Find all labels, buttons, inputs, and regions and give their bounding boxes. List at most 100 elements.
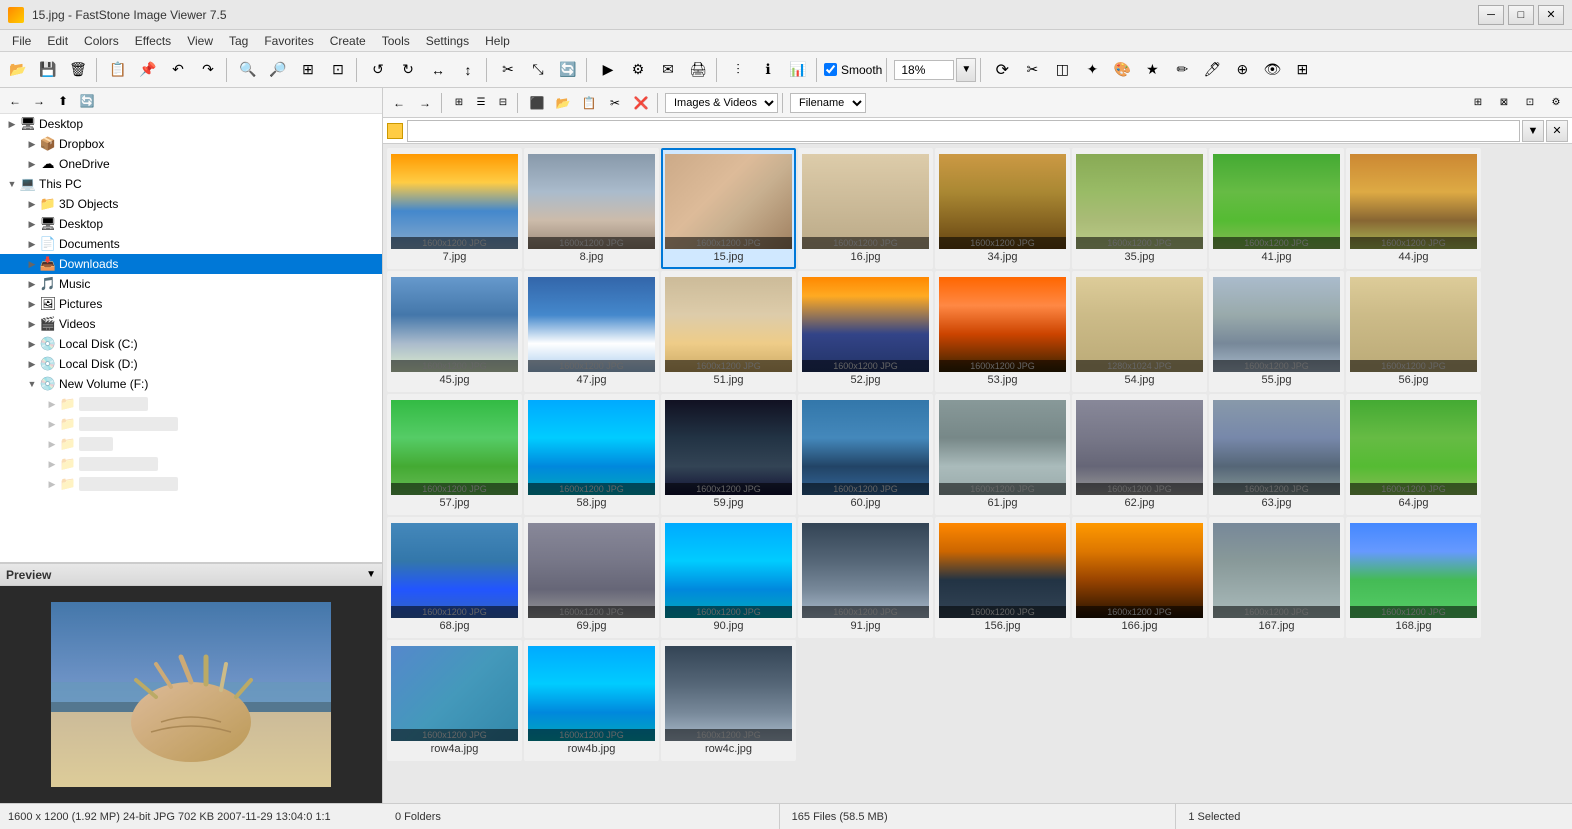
thumb-item[interactable]: 1600x1200 JPG55.jpg — [1209, 271, 1344, 392]
expander-documents[interactable]: ▶ — [24, 236, 40, 252]
tree-item-onedrive[interactable]: ▶ ☁ OneDrive — [0, 154, 382, 174]
thumb-item[interactable]: 1280x1024 JPG54.jpg — [1072, 271, 1207, 392]
tb-redeye[interactable]: 👁 — [1258, 56, 1286, 84]
tb-slideshow[interactable]: ▶ — [594, 56, 622, 84]
select-all[interactable]: ⬛ — [525, 91, 549, 115]
expander-3dobjects[interactable]: ▶ — [24, 196, 40, 212]
view-details[interactable]: ⊟ — [493, 91, 513, 115]
thumb-item[interactable]: 1600x1200 JPG41.jpg — [1209, 148, 1344, 269]
tb-resize2[interactable]: ◫ — [1048, 56, 1076, 84]
thumb-item[interactable]: 1600x1200 JPGrow4b.jpg — [524, 640, 659, 761]
tree-up[interactable]: ⬆ — [52, 90, 74, 112]
tree-item-localdiskd[interactable]: ▶ 💿 Local Disk (D:) — [0, 354, 382, 374]
view-custom[interactable]: ⊡ — [1518, 91, 1542, 115]
tb-email[interactable]: ✉ — [654, 56, 682, 84]
nav-back[interactable]: ← — [387, 91, 411, 115]
move-file[interactable]: ✂ — [603, 91, 627, 115]
expander-newvolume[interactable]: ▼ — [24, 376, 40, 392]
menu-view[interactable]: View — [179, 32, 221, 50]
tb-copy[interactable]: 📋 — [104, 56, 132, 84]
tb-open[interactable]: 📂 — [4, 56, 32, 84]
tb-redo[interactable]: ↷ — [194, 56, 222, 84]
menu-create[interactable]: Create — [322, 32, 374, 50]
tb-zoom-out[interactable]: 🔎 — [264, 56, 292, 84]
thumb-item[interactable]: 1600x1200 JPG68.jpg — [387, 517, 522, 638]
tb-actual[interactable]: ⊡ — [324, 56, 352, 84]
thumb-item[interactable]: 1600x1200 JPG16.jpg — [798, 148, 933, 269]
tree-item-newvolume[interactable]: ▼ 💿 New Volume (F:) — [0, 374, 382, 394]
thumb-item[interactable]: 1600x1200 JPG166.jpg — [1072, 517, 1207, 638]
tb-batch[interactable]: ⚙ — [624, 56, 652, 84]
menu-colors[interactable]: Colors — [76, 32, 127, 50]
tb-undo[interactable]: ↶ — [164, 56, 192, 84]
tree-back[interactable]: ← — [4, 90, 26, 112]
copy-file[interactable]: 📋 — [577, 91, 601, 115]
thumb-item[interactable]: 1600x1200 JPG61.jpg — [935, 394, 1070, 515]
tb-crop2[interactable]: ✂ — [1018, 56, 1046, 84]
thumb-item[interactable]: 1600x1200 JPG168.jpg — [1346, 517, 1481, 638]
thumb-item[interactable]: 1600x1200 JPG52.jpg — [798, 271, 933, 392]
maximize-button[interactable]: □ — [1508, 5, 1534, 25]
tree-item-videos[interactable]: ▶ 🎬 Videos — [0, 314, 382, 334]
thumb-item[interactable]: 1600x1200 JPG8.jpg — [524, 148, 659, 269]
thumb-item[interactable]: 1600x1200 JPG56.jpg — [1346, 271, 1481, 392]
tb-print[interactable]: 🖨 — [684, 56, 712, 84]
tb-crop[interactable]: ✂ — [494, 56, 522, 84]
tree-item-music[interactable]: ▶ 🎵 Music — [0, 274, 382, 294]
tb-convert[interactable]: 🔄 — [554, 56, 582, 84]
tree-item-localdiskc[interactable]: ▶ 💿 Local Disk (C:) — [0, 334, 382, 354]
filter-select[interactable]: Images & Videos All Files Images Only Vi… — [665, 93, 778, 113]
thumb-item[interactable]: 1600x1200 JPGrow4a.jpg — [387, 640, 522, 761]
view-list[interactable]: ☰ — [471, 91, 491, 115]
menu-favorites[interactable]: Favorites — [256, 32, 321, 50]
expander-music[interactable]: ▶ — [24, 276, 40, 292]
tb-flip-h[interactable]: ↔ — [424, 56, 452, 84]
zoom-input[interactable] — [894, 60, 954, 80]
minimize-button[interactable]: ─ — [1478, 5, 1504, 25]
tb-flip-v[interactable]: ↕ — [454, 56, 482, 84]
thumb-item[interactable]: 1600x1200 JPG47.jpg — [524, 271, 659, 392]
preview-collapse[interactable]: ▼ — [366, 569, 376, 580]
tb-info[interactable]: ℹ — [754, 56, 782, 84]
thumb-item[interactable]: 1600x1200 JPGrow4c.jpg — [661, 640, 796, 761]
thumb-item[interactable]: 1600x1200 JPG34.jpg — [935, 148, 1070, 269]
tb-effects2[interactable]: ★ — [1138, 56, 1166, 84]
tb-save[interactable]: 💾 — [34, 56, 62, 84]
thumb-item[interactable]: 1600x1200 JPG63.jpg — [1209, 394, 1344, 515]
expander-desktop2[interactable]: ▶ — [24, 216, 40, 232]
menu-tools[interactable]: Tools — [374, 32, 418, 50]
folder-tree[interactable]: ▶ 🖥 Desktop ▶ 📦 Dropbox ▶ ☁ OneDrive ▼ 💻 — [0, 114, 382, 563]
thumb-item[interactable]: 1600x1200 JPG90.jpg — [661, 517, 796, 638]
close-button[interactable]: ✕ — [1538, 5, 1564, 25]
tree-item-3dobjects[interactable]: ▶ 📁 3D Objects — [0, 194, 382, 214]
thumb-item[interactable]: 1600x1200 JPG62.jpg — [1072, 394, 1207, 515]
thumb-item[interactable]: 1600x1200 JPG35.jpg — [1072, 148, 1207, 269]
view-thumbnails[interactable]: ⊞ — [449, 91, 469, 115]
tree-item-desktop2[interactable]: ▶ 🖥 Desktop — [0, 214, 382, 234]
smooth-toggle[interactable]: Smooth — [824, 63, 882, 77]
thumb-item[interactable]: 1600x1200 JPG15.jpg — [661, 148, 796, 269]
expander-localdiskd[interactable]: ▶ — [24, 356, 40, 372]
tree-item-sub1[interactable]: ▶ 📁 Folder Name — [0, 394, 382, 414]
tree-item-sub4[interactable]: ▶ 📁 Another Folder — [0, 454, 382, 474]
expander-downloads[interactable]: ▶ — [24, 256, 40, 272]
thumb-item[interactable]: 1600x1200 JPG51.jpg — [661, 271, 796, 392]
tb-annotate[interactable]: ✏ — [1168, 56, 1196, 84]
thumbnail-grid[interactable]: 1600x1200 JPG7.jpg1600x1200 JPG8.jpg1600… — [383, 144, 1572, 803]
thumb-item[interactable]: 1600x1200 JPG53.jpg — [935, 271, 1070, 392]
nav-forward[interactable]: → — [413, 91, 437, 115]
thumb-item[interactable]: 1600x1200 JPG58.jpg — [524, 394, 659, 515]
menu-edit[interactable]: Edit — [39, 32, 76, 50]
tb-colors[interactable]: 🎨 — [1108, 56, 1136, 84]
tree-refresh[interactable]: 🔄 — [76, 90, 98, 112]
view-large-thumb[interactable]: ⊞ — [1466, 91, 1490, 115]
tb-fit[interactable]: ⊞ — [294, 56, 322, 84]
menu-tag[interactable]: Tag — [221, 32, 256, 50]
expander-dropbox[interactable]: ▶ — [24, 136, 40, 152]
thumb-item[interactable]: 1600x1200 JPG60.jpg — [798, 394, 933, 515]
expander-desktop[interactable]: ▶ — [4, 116, 20, 132]
thumb-item[interactable]: 1600x1200 JPG167.jpg — [1209, 517, 1344, 638]
thumb-item[interactable]: 1600x1200 JPG44.jpg — [1346, 148, 1481, 269]
thumb-item[interactable]: 1600x1200 JPG45.jpg — [387, 271, 522, 392]
expander-onedrive[interactable]: ▶ — [24, 156, 40, 172]
